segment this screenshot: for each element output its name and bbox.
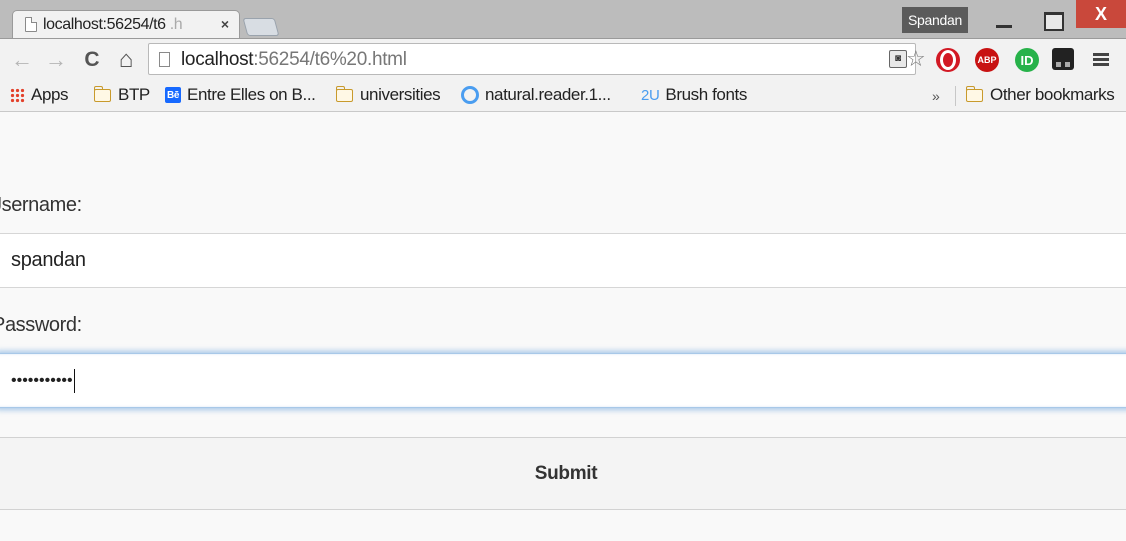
minimize-icon[interactable] <box>984 12 1024 32</box>
bookmark-universities[interactable]: universities <box>335 85 441 105</box>
close-window-button[interactable]: X <box>1076 0 1126 28</box>
bookmark-entre-elles[interactable]: Bē Entre Elles on B... <box>165 85 316 105</box>
bookmark-star-icon[interactable]: ☆ <box>906 46 926 72</box>
opera-extension-icon[interactable] <box>936 48 960 72</box>
folder-icon <box>335 85 353 102</box>
dark-extension-icon[interactable] <box>1052 48 1074 70</box>
natural-reader-icon <box>461 86 479 104</box>
bookmarks-divider <box>955 86 956 106</box>
menu-icon[interactable] <box>1093 51 1109 67</box>
profile-button[interactable]: Spandan <box>902 7 968 33</box>
password-label: Password: <box>0 314 82 336</box>
folder-icon <box>965 85 983 102</box>
back-icon[interactable]: ← <box>10 47 34 73</box>
browser-tab[interactable]: localhost:56254/t6 .h × <box>12 10 240 38</box>
tab-title: localhost:56254/t6 .h <box>43 15 183 33</box>
page-content: Jsername: spandan Password: ••••••••••• … <box>0 112 1126 541</box>
bookmarks-bar: Apps BTP Bē Entre Elles on B... universi… <box>0 80 1126 112</box>
page-icon <box>25 17 37 32</box>
tab-close-icon[interactable]: × <box>221 16 229 32</box>
more-bookmarks-chevron-icon[interactable]: » <box>932 88 940 104</box>
extension-icon[interactable]: ◙ <box>889 50 907 68</box>
username-label: Jsername: <box>0 194 82 216</box>
id-extension-icon[interactable]: ID <box>1015 48 1039 72</box>
bookmark-natural-reader[interactable]: natural.reader.1... <box>461 85 611 105</box>
text-caret <box>73 368 75 393</box>
bookmark-apps[interactable]: Apps <box>10 85 69 105</box>
page-icon <box>159 52 170 67</box>
bookmark-btp[interactable]: BTP <box>93 85 150 105</box>
password-input[interactable]: ••••••••••• <box>0 353 1126 408</box>
folder-icon <box>93 85 111 102</box>
submit-button[interactable]: Submit <box>0 437 1126 510</box>
bookmark-other[interactable]: Other bookmarks <box>965 85 1115 105</box>
address-bar[interactable]: localhost:56254/t6%20.html ◙ ☆ <box>148 43 926 75</box>
new-tab-button[interactable] <box>242 18 280 36</box>
reload-icon[interactable]: C <box>80 47 104 73</box>
window-titlebar: localhost:56254/t6 .h × Spandan X <box>0 0 1126 38</box>
behance-icon: Bē <box>165 87 181 103</box>
forward-icon[interactable]: → <box>44 47 68 73</box>
apps-grid-icon <box>10 87 25 103</box>
adblock-extension-icon[interactable]: ABP <box>975 48 999 72</box>
brush-fonts-icon: 2U <box>641 86 660 104</box>
home-icon[interactable]: ⌂ <box>114 46 138 73</box>
username-input[interactable]: spandan <box>0 233 1126 288</box>
url-text[interactable]: localhost:56254/t6%20.html <box>181 49 407 71</box>
browser-toolbar: ← → C ⌂ localhost:56254/t6%20.html ◙ ☆ A… <box>0 38 1126 80</box>
bookmark-brush-fonts[interactable]: 2U Brush fonts <box>641 85 747 105</box>
maximize-icon[interactable] <box>1032 10 1072 32</box>
